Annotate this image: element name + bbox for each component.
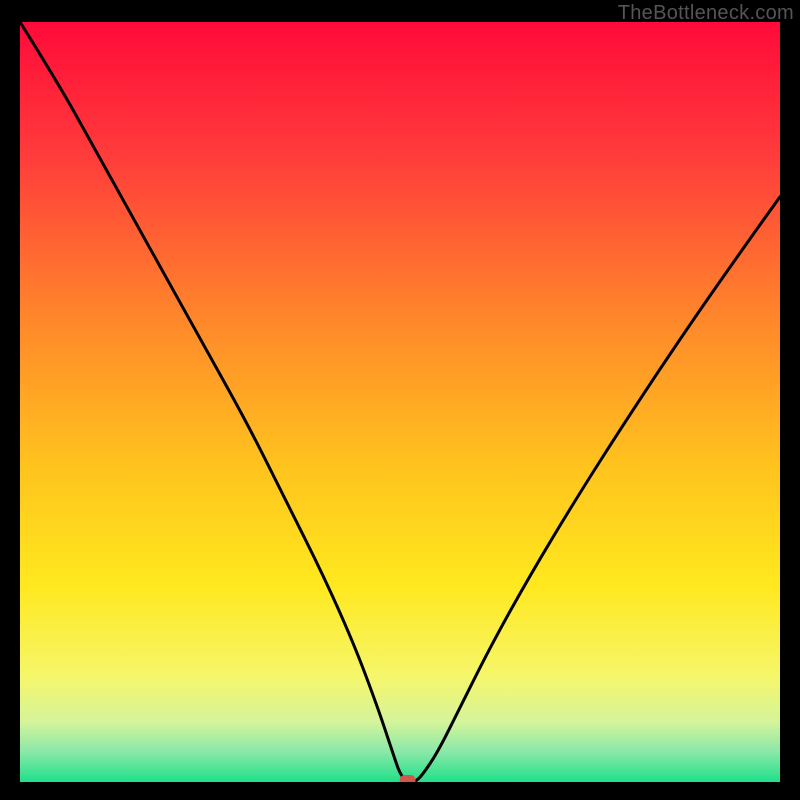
watermark-text: TheBottleneck.com	[618, 2, 794, 25]
chart-area	[20, 22, 780, 782]
bottleneck-chart	[20, 22, 780, 782]
app-frame: TheBottleneck.com	[0, 0, 800, 800]
optimal-point-marker	[400, 775, 416, 782]
chart-background	[20, 22, 780, 782]
